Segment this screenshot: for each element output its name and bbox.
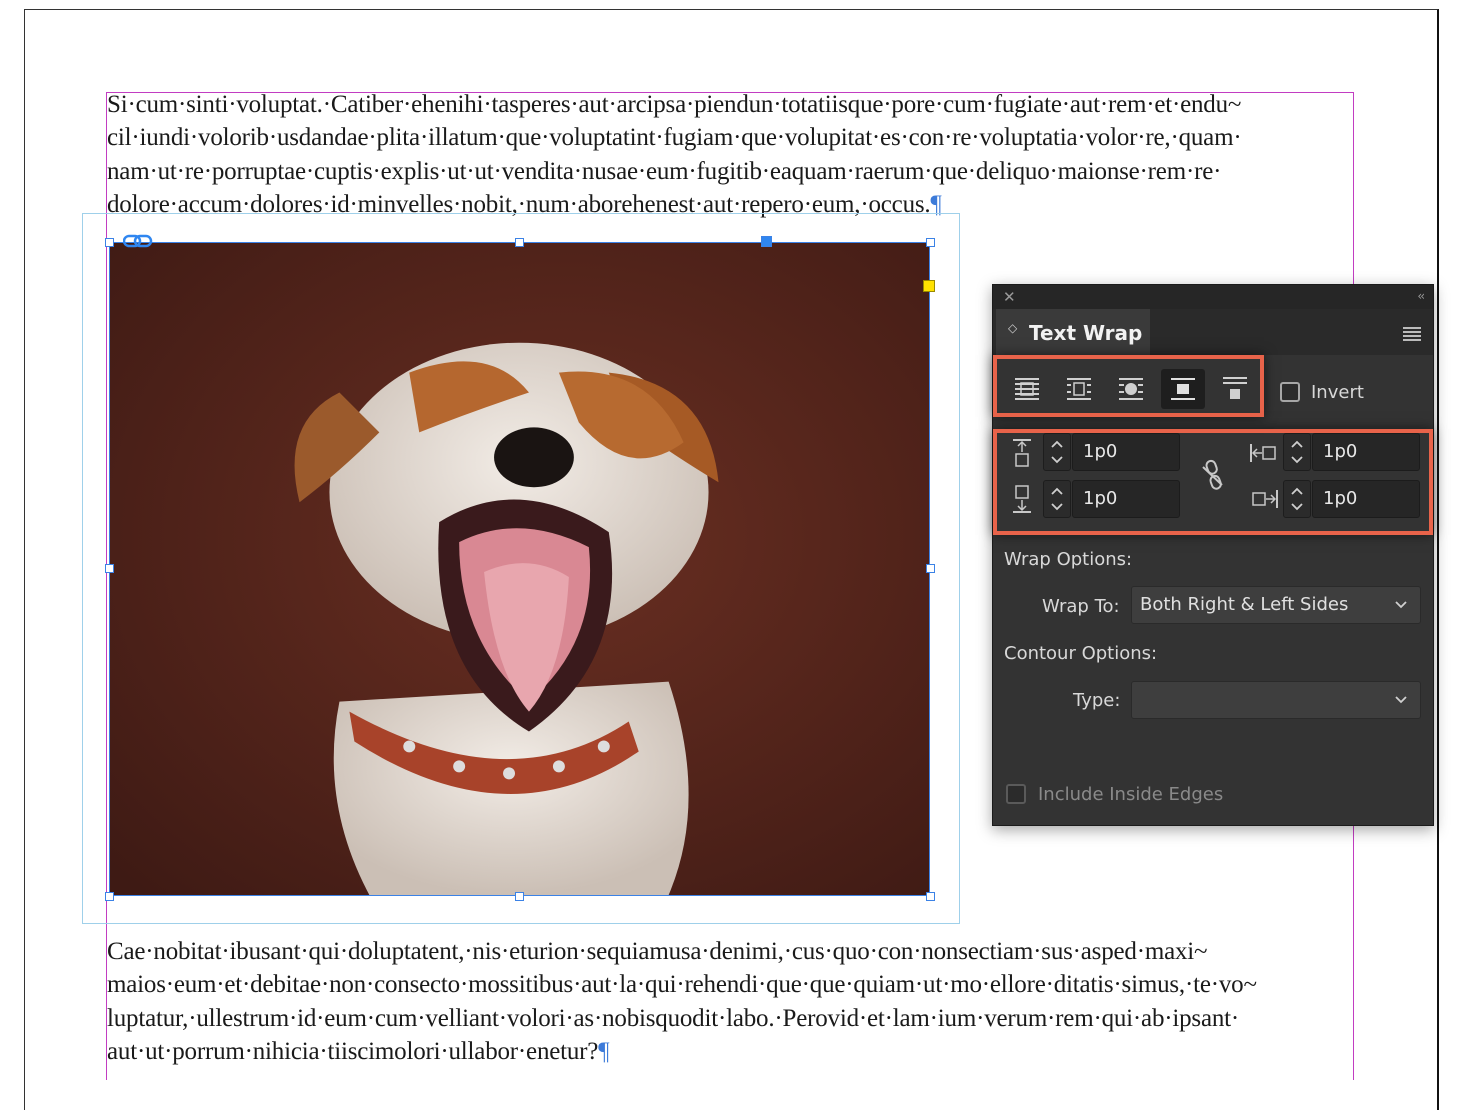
no-text-wrap-button[interactable] — [1005, 369, 1049, 409]
text-line: maios·eum·et·debitae·non·consecto·mossit… — [107, 971, 1257, 999]
corner-options-handle[interactable] — [923, 280, 935, 292]
resize-handle-bottom[interactable] — [515, 892, 524, 901]
type-label: Type: — [1073, 690, 1121, 711]
text-line: nam·ut·re·porruptae·cuptis·explis·ut·ut·… — [107, 157, 1222, 185]
link-icon[interactable] — [123, 234, 153, 248]
wrap-to-value: Both Right & Left Sides — [1140, 594, 1349, 615]
bottom-offset-stepper[interactable] — [1043, 480, 1071, 518]
text-line: cil·iundi·volorib·usdandae·plita·illatum… — [107, 124, 1242, 152]
panel-title: Text Wrap — [1029, 321, 1143, 345]
text-line: Si·cum·sinti·voluptat.·Catiber·ehenihi·t… — [107, 91, 1242, 118]
text-line: Cae·nobitat·ibusant·qui·doluptatent,·nis… — [107, 938, 1208, 965]
contour-options-heading: Contour Options: — [1004, 643, 1158, 664]
resize-handle-bottom-right[interactable] — [926, 892, 935, 901]
invert-checkbox[interactable] — [1280, 382, 1300, 402]
tab-text-wrap[interactable]: ◇ Text Wrap — [996, 309, 1150, 355]
wrap-around-object-shape-button[interactable] — [1109, 369, 1153, 409]
resize-handle-top[interactable] — [515, 238, 524, 247]
top-offset-stepper[interactable] — [1043, 433, 1071, 471]
jump-to-next-column-icon — [1223, 377, 1247, 399]
left-offset-field[interactable]: 1p0 — [1312, 433, 1420, 471]
right-offset-field[interactable]: 1p0 — [1312, 480, 1420, 518]
text-frame-top[interactable]: Si·cum·sinti·voluptat.·Catiber·ehenihi·t… — [107, 88, 1345, 221]
text-line: luptatur,·ullestrum·id·eum·cum·velliant·… — [107, 1004, 1240, 1032]
include-inside-edges-label: Include Inside Edges — [1038, 784, 1224, 805]
top-offset-icon — [1013, 439, 1031, 467]
broken-chain-link-icon[interactable] — [1200, 459, 1226, 491]
invert-label: Invert — [1311, 382, 1364, 403]
yawning-dog-photo — [110, 243, 929, 895]
jump-object-button[interactable] — [1161, 369, 1205, 409]
image-frame[interactable] — [109, 242, 930, 896]
wrap-around-bounding-box-button[interactable] — [1057, 369, 1101, 409]
content-grabber-handle[interactable] — [761, 236, 772, 247]
panel-titlebar[interactable] — [993, 285, 1433, 309]
no-text-wrap-icon — [1015, 378, 1039, 400]
resize-handle-bottom-left[interactable] — [105, 892, 114, 901]
chevron-down-icon — [1395, 601, 1407, 609]
resize-handle-left[interactable] — [105, 564, 114, 573]
jump-to-next-column-button[interactable] — [1213, 369, 1257, 409]
right-offset-icon — [1252, 490, 1278, 508]
left-offset-icon — [1250, 444, 1276, 462]
chevron-down-icon — [1395, 696, 1407, 704]
jump-object-icon — [1171, 378, 1195, 400]
pilcrow-mark: ¶ — [598, 1037, 610, 1065]
include-inside-edges-checkbox[interactable] — [1006, 784, 1026, 804]
bottom-offset-icon — [1013, 485, 1031, 513]
wrap-options-heading: Wrap Options: — [1004, 549, 1133, 570]
collapse-panel-icon[interactable]: ‹‹ — [1417, 289, 1424, 303]
text-line: aut·ut·porrum·nihicia·tiiscimolori·ullab… — [107, 1037, 610, 1065]
text-wrap-panel: ✕ ‹‹ ◇ Text Wrap Invert 1p0 1p0 1p0 1p0 … — [992, 284, 1434, 826]
wrap-to-dropdown[interactable]: Both Right & Left Sides — [1131, 586, 1421, 624]
bounding-box-wrap-icon — [1067, 378, 1091, 400]
wrap-to-label: Wrap To: — [1042, 596, 1120, 617]
bottom-offset-field[interactable]: 1p0 — [1072, 480, 1180, 518]
right-offset-stepper[interactable] — [1283, 480, 1311, 518]
close-icon[interactable]: ✕ — [1003, 288, 1016, 306]
resize-handle-right[interactable] — [926, 564, 935, 573]
left-offset-stepper[interactable] — [1283, 433, 1311, 471]
expand-collapse-icon[interactable]: ◇ — [1008, 321, 1017, 335]
text-frame-bottom[interactable]: Cae·nobitat·ibusant·qui·doluptatent,·nis… — [107, 935, 1345, 1068]
resize-handle-top-right[interactable] — [926, 238, 935, 247]
panel-menu-icon[interactable] — [1403, 327, 1421, 341]
contour-type-dropdown[interactable] — [1131, 681, 1421, 719]
top-offset-field[interactable]: 1p0 — [1072, 433, 1180, 471]
object-shape-wrap-icon — [1119, 378, 1143, 400]
resize-handle-top-left[interactable] — [105, 238, 114, 247]
